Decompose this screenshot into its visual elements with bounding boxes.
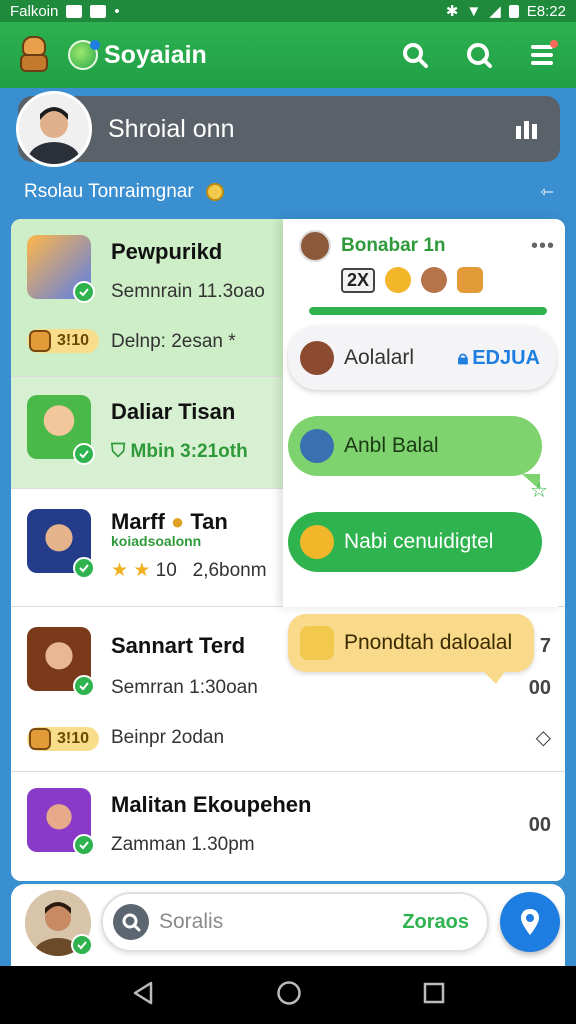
progress-fill xyxy=(309,307,547,315)
home-button[interactable] xyxy=(276,980,302,1011)
verified-icon xyxy=(71,934,93,956)
star-icon: ★ xyxy=(133,560,151,581)
message-bubble[interactable]: Anbl Balal xyxy=(288,416,542,490)
search-icon xyxy=(113,904,149,940)
subline: Rsolau Tonraimgnar ⇽ xyxy=(24,178,554,206)
search-alt-button[interactable] xyxy=(462,38,496,72)
message-bubble[interactable]: Aolalarl 🔒︎ EDJUA xyxy=(288,326,556,390)
mascot-icon xyxy=(29,330,51,352)
avatar xyxy=(300,429,334,463)
bar-chart-icon xyxy=(516,121,537,139)
progress-bar xyxy=(309,307,547,315)
profile-label: Shroial onn xyxy=(108,114,235,143)
mascot-icon xyxy=(29,728,51,750)
bluetooth-icon: ✱ xyxy=(445,3,459,20)
contact-meta: Zamman 1.30pm xyxy=(111,834,255,855)
contact-name: Daliar Tisan xyxy=(111,399,236,424)
avatar xyxy=(299,230,331,262)
search-icon xyxy=(467,43,492,68)
search-input[interactable]: Soralis Zoraos xyxy=(101,892,489,952)
notification-badge xyxy=(550,40,558,48)
wifi-icon: ▼ xyxy=(466,2,482,20)
verified-icon xyxy=(73,834,95,856)
profile-bar[interactable]: Shroial onn xyxy=(16,91,560,167)
star-icon: ★ xyxy=(111,560,129,581)
verified-icon xyxy=(73,443,95,465)
back-button[interactable] xyxy=(131,980,155,1011)
row-side-mid: 00 xyxy=(528,814,551,836)
mascot-icon[interactable] xyxy=(457,267,484,293)
row-side-top: 7 xyxy=(539,635,551,657)
battery-icon xyxy=(508,4,519,18)
app-logo-icon xyxy=(68,40,100,70)
app-title: Soyaiain xyxy=(104,40,207,69)
emoji-icon: ● xyxy=(170,509,185,534)
more-icon[interactable]: ••• xyxy=(531,235,555,258)
profile-avatar[interactable] xyxy=(16,91,92,167)
contact-name: Marff ● Tan xyxy=(111,509,228,534)
emoji-icon xyxy=(300,525,334,559)
emoji-icon[interactable] xyxy=(421,267,448,293)
recents-button[interactable] xyxy=(423,982,445,1009)
sticker-label[interactable]: 2X xyxy=(341,267,376,293)
search-placeholder: Soralis xyxy=(159,910,224,933)
avatar xyxy=(300,341,334,375)
emoji-icon[interactable] xyxy=(385,267,412,293)
verified-icon xyxy=(73,281,95,303)
pill-caption: Beinpr 2odan xyxy=(111,727,225,748)
list-item[interactable]: Malitan Ekoupehen Zamman 1.30pm 00 xyxy=(11,772,565,881)
menu-button[interactable] xyxy=(526,38,560,72)
message-icon xyxy=(90,4,107,18)
panel-header: Bonabar 1n ••• xyxy=(299,229,555,263)
compose-button[interactable] xyxy=(500,892,560,952)
mascot-icon[interactable] xyxy=(16,36,52,74)
pill-caption: Delnp: 2esan * xyxy=(111,331,236,352)
dot-icon: • xyxy=(114,2,120,20)
diamond-icon[interactable]: ◇ xyxy=(536,725,551,750)
bottom-bar: Soralis Zoraos xyxy=(11,884,565,966)
rating-row: ★ ★ 10 2,6bonm xyxy=(111,560,267,581)
status-badge: 3!10 xyxy=(27,329,100,353)
search-icon xyxy=(403,43,428,68)
lock-icon: 🔒︎ xyxy=(457,346,469,369)
subline-text: Rsolau Tonraimgnar xyxy=(24,181,194,202)
contact-name: Malitan Ekoupehen xyxy=(111,792,312,817)
system-nav-bar xyxy=(0,966,576,1024)
chart-button[interactable] xyxy=(514,116,540,142)
location-pin-icon xyxy=(521,909,539,935)
signal-icon: ◢ xyxy=(489,3,501,20)
star-icon[interactable]: ☆ xyxy=(530,478,548,503)
home-icon xyxy=(277,980,301,1005)
panel-title: Bonabar 1n xyxy=(341,235,446,256)
tag-button[interactable]: 🔒︎ EDJUA xyxy=(458,347,540,370)
shield-icon: ⛉ xyxy=(111,441,131,462)
clock-label: E8:22 xyxy=(526,2,566,20)
app-bar: Soyaiain xyxy=(0,22,576,88)
search-action-button[interactable]: Zoraos xyxy=(402,911,469,934)
row-side-mid: 00 xyxy=(528,677,551,699)
sticker-row: 2X xyxy=(341,267,484,293)
contact-name: Pewpurikd xyxy=(111,239,223,264)
contact-name: Sannart Terd xyxy=(111,633,246,658)
emoji-icon xyxy=(300,626,334,660)
contact-meta: ⛉ Mbin 3:21oth xyxy=(111,441,248,462)
verified-icon xyxy=(73,557,95,579)
carrier-label: Falkoin xyxy=(10,2,59,20)
message-bubble[interactable]: Nabi cenuidigtel xyxy=(288,512,542,572)
recents-icon xyxy=(424,982,445,1003)
contact-subtitle: koiadsoalonn xyxy=(111,533,202,549)
verified-icon xyxy=(73,675,95,697)
arrow-icon[interactable]: ⇽ xyxy=(541,182,554,202)
message-bubble[interactable]: Pnondtah daloalal xyxy=(288,614,534,684)
status-badge: 3!10 xyxy=(27,727,100,751)
status-bar: Falkoin • ✱ ▼ ◢ E8:22 xyxy=(0,0,576,22)
contact-meta: Semnrain 11.3oao xyxy=(111,281,265,302)
person-icon xyxy=(19,94,89,164)
coin-icon xyxy=(205,183,224,201)
notification-icon xyxy=(66,4,83,18)
contact-meta: Semrran 1:30oan xyxy=(111,677,258,698)
search-button[interactable] xyxy=(398,38,432,72)
back-icon xyxy=(133,981,152,1004)
